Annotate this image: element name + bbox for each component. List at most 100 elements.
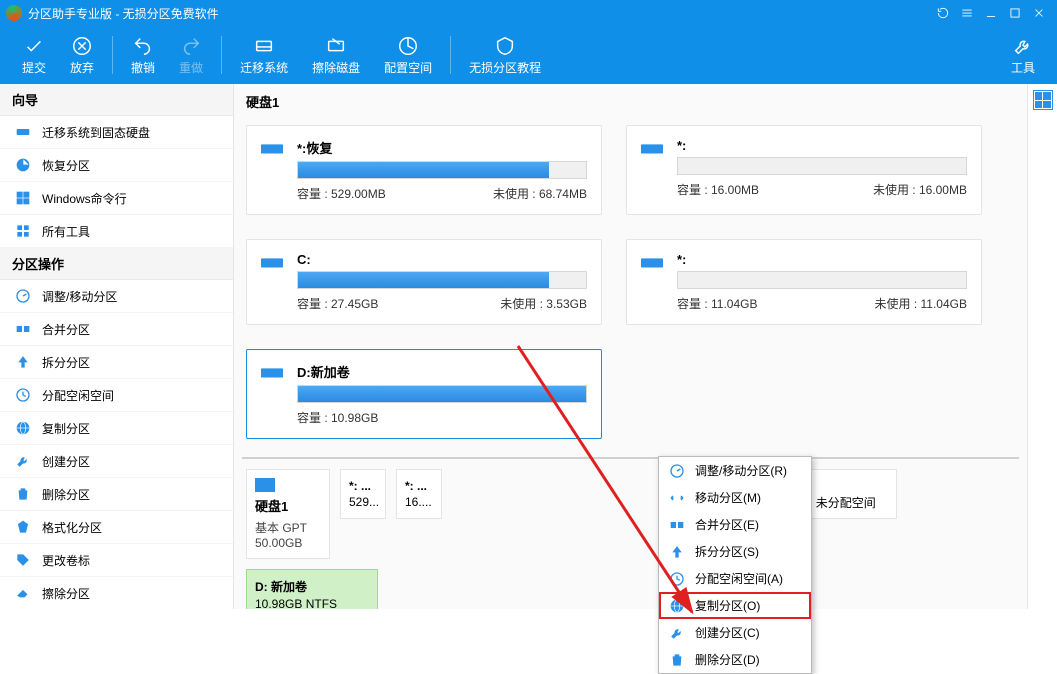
- wrench-icon: [669, 625, 687, 641]
- label: 删除分区: [42, 486, 90, 503]
- usage-bar: [297, 161, 587, 179]
- drive-icon: [641, 138, 665, 202]
- migrate-button[interactable]: 迁移系统: [228, 30, 300, 80]
- ops-item-1[interactable]: 合并分区: [0, 313, 233, 346]
- ops-item-4[interactable]: 复制分区: [0, 412, 233, 445]
- label: 迁移系统到固态硬盘: [42, 124, 150, 141]
- tag-icon: [14, 551, 32, 569]
- seg-val: 529...: [349, 495, 377, 509]
- seg-name: D: 新加卷: [255, 578, 369, 595]
- window-title: 分区助手专业版 - 无损分区免费软件: [28, 5, 931, 22]
- label: 所有工具: [42, 223, 90, 240]
- view-toggle-button[interactable]: [1033, 90, 1053, 110]
- guide-item-3[interactable]: 所有工具: [0, 215, 233, 248]
- win-icon: [14, 189, 32, 207]
- quota-button[interactable]: 配置空间: [372, 30, 444, 80]
- ops-item-0[interactable]: 调整/移动分区: [0, 280, 233, 313]
- label: 调整/移动分区: [42, 288, 117, 305]
- partition-card-1[interactable]: *:容量 : 16.00MB未使用 : 16.00MB: [626, 125, 982, 215]
- minimize-icon[interactable]: [979, 0, 1003, 26]
- label: 提交: [22, 59, 46, 76]
- usage-bar: [297, 271, 587, 289]
- label: 配置空间: [384, 59, 432, 76]
- gauge-icon: [669, 463, 687, 479]
- ops-item-6[interactable]: 删除分区: [0, 478, 233, 511]
- partition-name: *:恢复: [297, 138, 587, 157]
- capacity: 容量 : 27.45GB: [297, 295, 378, 312]
- usage-bar: [677, 157, 967, 175]
- wrench-icon: [14, 452, 32, 470]
- label: 拆分分区: [42, 354, 90, 371]
- trash-icon: [669, 652, 687, 668]
- ctx-item-0[interactable]: 调整/移动分区(R): [659, 457, 811, 484]
- pie-icon: [14, 156, 32, 174]
- label: 复制分区: [42, 420, 90, 437]
- free: 未使用 : 11.04GB: [875, 295, 967, 312]
- seg-val: 10.98GB NTFS: [255, 597, 369, 610]
- ops-item-2[interactable]: 拆分分区: [0, 346, 233, 379]
- drive-icon: [261, 138, 285, 202]
- trash-icon: [14, 485, 32, 503]
- split-icon: [14, 353, 32, 371]
- merge-icon: [669, 517, 687, 533]
- label: 撤销: [131, 59, 155, 76]
- undo-button[interactable]: 撤销: [119, 30, 167, 80]
- partition-card-0[interactable]: *:恢复容量 : 529.00MB未使用 : 68.74MB: [246, 125, 602, 215]
- ctx-item-1[interactable]: 移动分区(M): [659, 484, 811, 511]
- label: 擦除磁盘: [312, 59, 360, 76]
- tools-button[interactable]: 工具: [999, 30, 1047, 80]
- submit-button[interactable]: 提交: [10, 30, 58, 80]
- clock-icon: [669, 571, 687, 587]
- disk-name: 硬盘1: [255, 496, 321, 515]
- ctx-item-4[interactable]: 分配空闲空间(A): [659, 565, 811, 592]
- ops-item-7[interactable]: 格式化分区: [0, 511, 233, 544]
- tutorial-button[interactable]: 无损分区教程: [457, 30, 553, 80]
- ops-item-3[interactable]: 分配空闲空间: [0, 379, 233, 412]
- ctx-item-6[interactable]: 创建分区(C): [659, 619, 811, 646]
- redo-button: 重做: [167, 30, 215, 80]
- drive-icon: [261, 362, 285, 426]
- ctx-item-5[interactable]: 复制分区(O): [659, 592, 811, 619]
- ops-item-8[interactable]: 更改卷标: [0, 544, 233, 577]
- seg-name: *: ...: [349, 479, 377, 493]
- label: 调整/移动分区(R): [695, 462, 787, 479]
- partition-name: C:: [297, 252, 587, 267]
- split-icon: [669, 544, 687, 560]
- clock-icon: [14, 386, 32, 404]
- reload-icon[interactable]: [931, 0, 955, 26]
- ops-item-5[interactable]: 创建分区: [0, 445, 233, 478]
- segment[interactable]: *: ...16....: [396, 469, 442, 519]
- ctx-item-2[interactable]: 合并分区(E): [659, 511, 811, 538]
- ops-item-9[interactable]: 擦除分区: [0, 577, 233, 609]
- disk-card[interactable]: 硬盘1基本 GPT50.00GB: [246, 469, 330, 559]
- partition-card-4[interactable]: D:新加卷容量 : 10.98GB: [246, 349, 602, 439]
- merge-icon: [14, 320, 32, 338]
- partition-card-2[interactable]: C:容量 : 27.45GB未使用 : 3.53GB: [246, 239, 602, 325]
- discard-button[interactable]: 放弃: [58, 30, 106, 80]
- sidebar: 向导 迁移系统到固态硬盘恢复分区 Windows命令行所有工具 分区操作 调整/移…: [0, 84, 234, 609]
- disk-title: 硬盘1: [242, 84, 1019, 119]
- label: 创建分区: [42, 453, 90, 470]
- label: 重做: [179, 59, 203, 76]
- label: Windows命令行: [42, 190, 127, 207]
- drive-icon: [641, 252, 665, 312]
- segment[interactable]: D: 新加卷 10.98GB NTFS: [246, 569, 378, 609]
- guide-item-0[interactable]: 迁移系统到固态硬盘: [0, 116, 233, 149]
- wipe-button[interactable]: 擦除磁盘: [300, 30, 372, 80]
- guide-item-2[interactable]: Windows命令行: [0, 182, 233, 215]
- partition-name: *:: [677, 138, 967, 153]
- maximize-icon[interactable]: [1003, 0, 1027, 26]
- menu-icon[interactable]: [955, 0, 979, 26]
- partition-name: *:: [677, 252, 967, 267]
- partition-card-3[interactable]: *:容量 : 11.04GB未使用 : 11.04GB: [626, 239, 982, 325]
- guide-item-1[interactable]: 恢复分区: [0, 149, 233, 182]
- close-icon[interactable]: [1027, 0, 1051, 26]
- grid-icon: [14, 222, 32, 240]
- ctx-item-7[interactable]: 删除分区(D): [659, 646, 811, 673]
- guide-header: 向导: [0, 84, 233, 116]
- bucket-icon: [14, 518, 32, 536]
- ops-header: 分区操作: [0, 248, 233, 280]
- ctx-item-3[interactable]: 拆分分区(S): [659, 538, 811, 565]
- label: 创建分区(C): [695, 624, 760, 641]
- segment[interactable]: *: ... 529...: [340, 469, 386, 519]
